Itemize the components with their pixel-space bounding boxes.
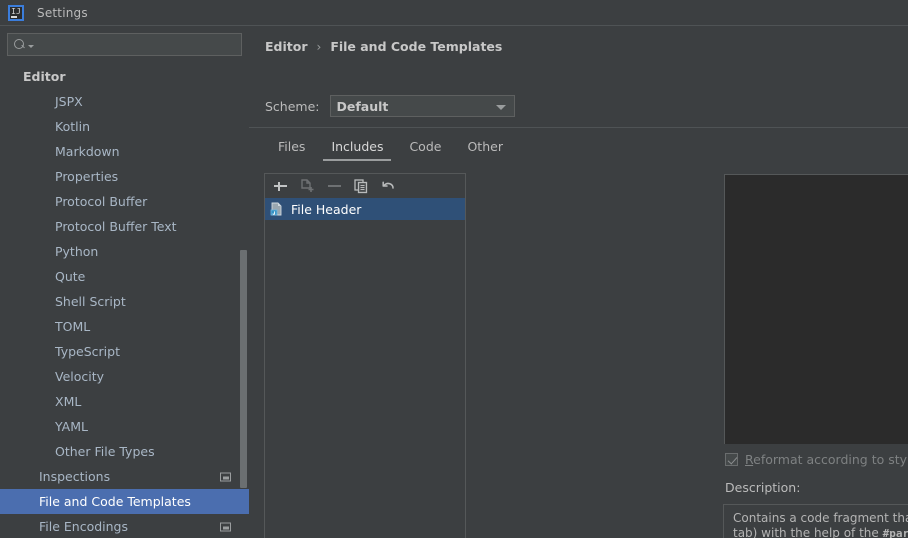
search-box[interactable] (7, 33, 242, 56)
settings-content: Editor › File and Code Templates Scheme:… (249, 26, 908, 538)
sidebar-item-velocity[interactable]: Velocity (0, 364, 249, 389)
sidebar-item-editor[interactable]: Editor (0, 64, 249, 89)
search-input[interactable] (34, 37, 241, 52)
intellij-idea-logo-icon (8, 4, 24, 21)
chevron-down-icon (495, 105, 506, 110)
sidebar-item-qute[interactable]: Qute (0, 264, 249, 289)
scheme-dropdown[interactable]: Default (329, 95, 515, 117)
settings-tree: Editor JSPX Kotlin Markdown Properties P… (0, 64, 249, 538)
template-list-panel: File Header (264, 173, 466, 538)
sidebar-item-label: YAML (55, 419, 88, 434)
description-label: Description: (725, 480, 801, 495)
new-file-icon (297, 176, 319, 196)
template-editor[interactable] (724, 174, 908, 444)
list-item[interactable]: File Header (265, 198, 465, 220)
sidebar-item-label: Markdown (55, 144, 120, 159)
sidebar-item-label: Protocol Buffer Text (55, 219, 177, 234)
sidebar-item-label: Kotlin (55, 119, 90, 134)
description-line-2: tab) with the help of the #parse directi… (733, 526, 908, 538)
settings-sidebar: Editor JSPX Kotlin Markdown Properties P… (0, 26, 249, 538)
tab-label: Other (467, 139, 503, 154)
title-bar: Settings (0, 0, 908, 26)
sidebar-search-wrap (0, 26, 249, 56)
sidebar-item-toml[interactable]: TOML (0, 314, 249, 339)
plus-icon[interactable] (270, 176, 292, 196)
chevron-right-icon: › (316, 39, 322, 54)
list-item-label: File Header (291, 201, 362, 217)
breadcrumb-current: File and Code Templates (330, 39, 503, 54)
scheme-value: Default (336, 98, 389, 114)
tab-includes[interactable]: Includes (318, 135, 396, 161)
tab-code[interactable]: Code (396, 135, 454, 161)
sidebar-item-properties[interactable]: Properties (0, 164, 249, 189)
sidebar-item-label: Other File Types (55, 444, 155, 459)
sidebar-item-label: Protocol Buffer (55, 194, 148, 209)
description-box: Contains a code fragment that can be inc… (723, 504, 908, 538)
reformat-checkbox-label: Reformat according to style (745, 452, 908, 467)
template-tabs: Files Includes Code Other (265, 135, 516, 161)
sidebar-item-label: XML (55, 394, 82, 409)
sidebar-scrollbar[interactable] (240, 250, 247, 488)
project-scope-icon (220, 472, 231, 481)
sidebar-scrollbar-thumb[interactable] (240, 250, 247, 488)
undo-icon[interactable] (378, 176, 400, 196)
sidebar-item-inspections[interactable]: Inspections (0, 464, 249, 489)
copy-icon[interactable] (351, 176, 373, 196)
reformat-checkbox[interactable]: Reformat according to style (725, 452, 908, 467)
settings-dialog: Settings Editor JSPX Kotlin Markdown (0, 0, 908, 538)
header-divider (249, 127, 908, 128)
sidebar-item-label: Qute (55, 269, 86, 284)
template-file-icon (270, 202, 284, 216)
sidebar-item-other-file-types[interactable]: Other File Types (0, 439, 249, 464)
sidebar-item-label: File and Code Templates (39, 494, 191, 509)
sidebar-item-label: JSPX (55, 94, 83, 109)
scheme-label: Scheme: (265, 98, 320, 114)
search-icon (14, 38, 27, 51)
sidebar-item-protocol-buffer[interactable]: Protocol Buffer (0, 189, 249, 214)
project-scope-icon (220, 522, 231, 531)
sidebar-item-label: Properties (55, 169, 119, 184)
tab-label: Includes (331, 139, 384, 154)
window-title: Settings (37, 5, 88, 20)
sidebar-item-label: Editor (23, 69, 66, 84)
tab-label: Code (409, 139, 442, 154)
tab-files[interactable]: Files (265, 135, 318, 161)
breadcrumb-parent[interactable]: Editor (265, 39, 308, 54)
sidebar-item-python[interactable]: Python (0, 239, 249, 264)
checkbox-box (725, 453, 738, 466)
sidebar-item-label: Velocity (55, 369, 105, 384)
description-line-1: Contains a code fragment that can be inc… (733, 511, 908, 525)
sidebar-item-yaml[interactable]: YAML (0, 414, 249, 439)
sidebar-item-file-and-code-templates[interactable]: File and Code Templates (0, 489, 249, 514)
template-options: Reformat according to style Enable Live … (725, 452, 908, 467)
breadcrumb: Editor › File and Code Templates (265, 39, 502, 54)
sidebar-item-label: TOML (55, 319, 91, 334)
sidebar-item-jspx[interactable]: JSPX (0, 89, 249, 114)
sidebar-item-label: File Encodings (39, 519, 129, 534)
sidebar-item-label: Shell Script (55, 294, 126, 309)
sidebar-item-kotlin[interactable]: Kotlin (0, 114, 249, 139)
minus-icon (324, 176, 346, 196)
scheme-row: Scheme: Default (265, 95, 515, 117)
sidebar-item-label: Python (55, 244, 99, 259)
sidebar-item-label: Inspections (39, 469, 111, 484)
template-list-toolbar (265, 174, 465, 198)
sidebar-item-markdown[interactable]: Markdown (0, 139, 249, 164)
sidebar-item-label: TypeScript (55, 344, 120, 359)
tab-label: Files (278, 139, 306, 154)
sidebar-item-shell-script[interactable]: Shell Script (0, 289, 249, 314)
sidebar-item-protocol-buffer-text[interactable]: Protocol Buffer Text (0, 214, 249, 239)
sidebar-item-xml[interactable]: XML (0, 389, 249, 414)
sidebar-item-typescript[interactable]: TypeScript (0, 339, 249, 364)
tab-other[interactable]: Other (454, 135, 516, 161)
sidebar-item-file-encodings[interactable]: File Encodings (0, 514, 249, 538)
